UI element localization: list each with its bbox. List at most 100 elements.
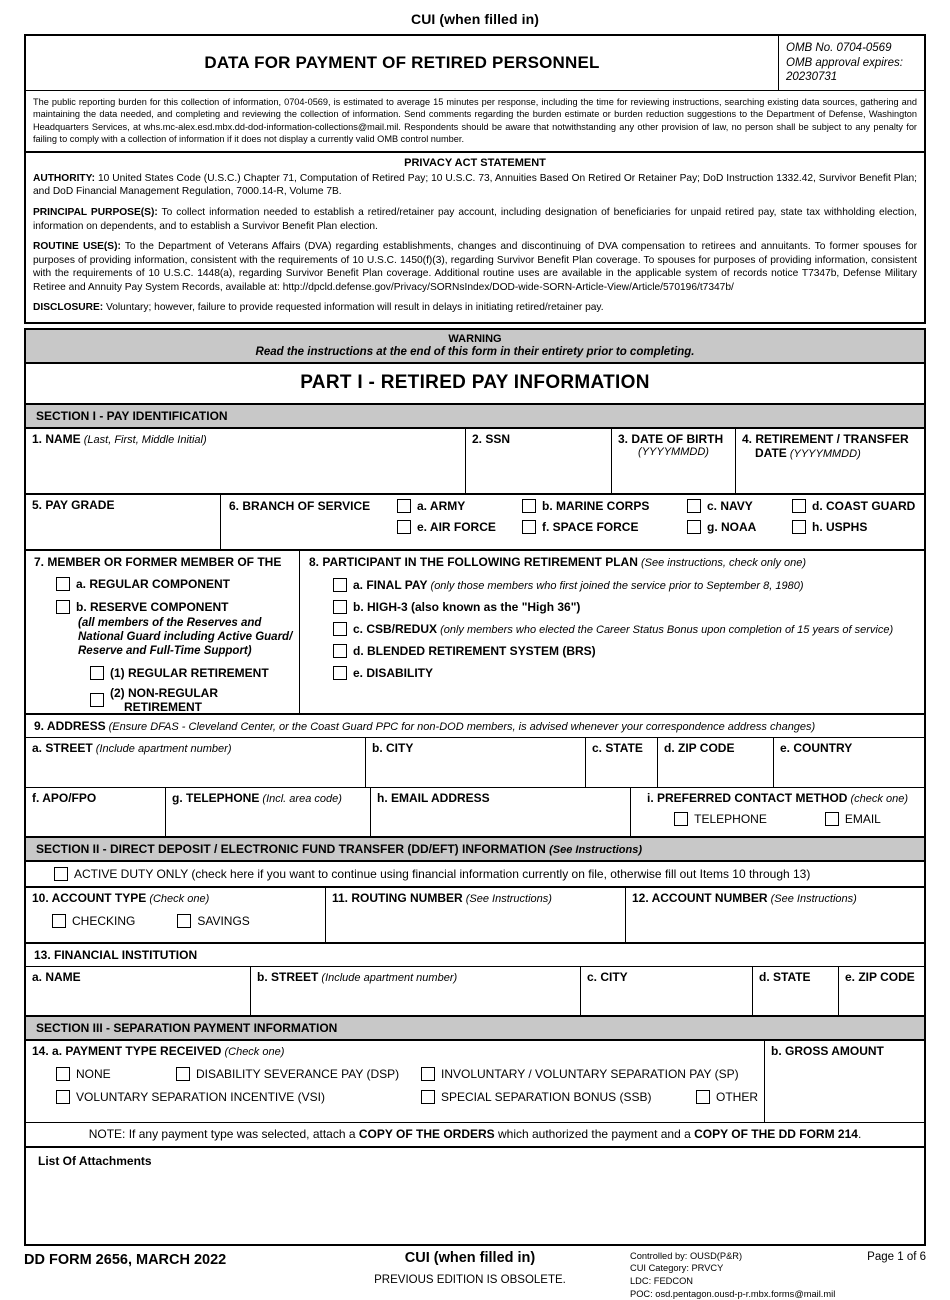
- checkbox-space-force[interactable]: [522, 519, 536, 534]
- routing-number-hint: (See Instructions): [465, 892, 552, 905]
- member-option-non-regular-retirement[interactable]: (2) NON-REGULAR RETIREMENT: [90, 686, 293, 714]
- branch-option-marine-corps[interactable]: b. MARINE CORPS: [522, 498, 687, 513]
- country-field[interactable]: e. COUNTRY: [774, 738, 924, 787]
- list-of-attachments-label: List Of Attachments: [38, 1153, 152, 1168]
- dob-hint: (YYYYMMDD): [638, 445, 709, 458]
- branch-marine-label: b. MARINE CORPS: [542, 498, 650, 513]
- checkbox-air-force[interactable]: [397, 519, 411, 534]
- checkbox-checking[interactable]: [52, 913, 66, 928]
- contact-telephone-label: TELEPHONE: [694, 811, 767, 826]
- state-label: c. STATE: [592, 740, 643, 755]
- checkbox-contact-telephone[interactable]: [674, 811, 689, 826]
- payment-option-vsi[interactable]: VOLUNTARY SEPARATION INCENTIVE (VSI): [56, 1089, 421, 1104]
- dob-field[interactable]: 3. DATE OF BIRTH (YYYYMMDD): [612, 428, 736, 493]
- checkbox-marine-corps[interactable]: [522, 498, 536, 513]
- member-option-regular[interactable]: a. REGULAR COMPONENT: [56, 576, 293, 591]
- member-option-reserve[interactable]: b. RESERVE COMPONENT: [56, 599, 293, 614]
- gross-amount-field[interactable]: b. GROSS AMOUNT: [765, 1041, 924, 1122]
- checkbox-noaa[interactable]: [687, 519, 701, 534]
- retirement-date-field[interactable]: 4. RETIREMENT / TRANSFER DATE (YYYYMMDD): [736, 429, 924, 493]
- privacy-disclosure: DISCLOSURE: Voluntary; however, failure …: [26, 301, 924, 322]
- checkbox-active-duty-only[interactable]: [54, 866, 68, 881]
- public-burden-statement: The public reporting burden for this col…: [26, 91, 924, 153]
- payment-option-dsp[interactable]: DISABILITY SEVERANCE PAY (DSP): [176, 1066, 421, 1081]
- active-duty-option[interactable]: ACTIVE DUTY ONLY (check here if you want…: [54, 866, 924, 881]
- plan-option-high-3[interactable]: b. HIGH-3 (also known as the "High 36"): [333, 599, 918, 614]
- email-field[interactable]: h. EMAIL ADDRESS: [371, 787, 631, 836]
- plan-option-final-pay[interactable]: a. FINAL PAY (only those members who fir…: [333, 577, 918, 592]
- checkbox-navy[interactable]: [687, 498, 701, 513]
- checkbox-final-pay[interactable]: [333, 577, 347, 592]
- checkbox-high-3[interactable]: [333, 599, 347, 614]
- branch-option-usphs[interactable]: h. USPHS: [792, 519, 868, 534]
- section-2-title: SECTION II - DIRECT DEPOSIT / ELECTRONIC…: [36, 841, 546, 856]
- privacy-disclosure-text: Voluntary; however, failure to provide r…: [103, 302, 604, 314]
- payment-option-ssb[interactable]: SPECIAL SEPARATION BONUS (SSB): [421, 1089, 696, 1104]
- apo-fpo-field[interactable]: f. APO/FPO: [26, 787, 166, 836]
- checkbox-dsp[interactable]: [176, 1066, 190, 1081]
- fi-city-field[interactable]: c. CITY: [581, 966, 753, 1015]
- zip-label: d. ZIP CODE: [664, 740, 735, 755]
- payment-type-options-row-2: VOLUNTARY SEPARATION INCENTIVE (VSI) SPE…: [56, 1089, 758, 1104]
- fi-state-field[interactable]: d. STATE: [753, 966, 839, 1015]
- fi-name-field[interactable]: a. NAME: [26, 966, 251, 1015]
- checkbox-regular-component[interactable]: [56, 576, 70, 591]
- plan-option-disability[interactable]: e. DISABILITY: [333, 665, 918, 680]
- active-duty-row[interactable]: ACTIVE DUTY ONLY (check here if you want…: [26, 862, 924, 888]
- fi-zip-field[interactable]: e. ZIP CODE: [839, 967, 924, 1015]
- checkbox-army[interactable]: [397, 498, 411, 513]
- checkbox-reserve-component[interactable]: [56, 599, 70, 614]
- section-2-banner: SECTION II - DIRECT DEPOSIT / ELECTRONIC…: [26, 837, 924, 862]
- payment-option-other[interactable]: OTHER: [696, 1089, 758, 1104]
- pay-grade-field[interactable]: 5. PAY GRADE: [26, 494, 221, 549]
- account-option-savings[interactable]: SAVINGS: [177, 913, 250, 928]
- checkbox-vsi[interactable]: [56, 1089, 70, 1104]
- note-copy-orders: COPY OF THE ORDERS: [358, 1126, 495, 1141]
- branch-option-space-force[interactable]: f. SPACE FORCE: [522, 519, 687, 534]
- zip-field[interactable]: d. ZIP CODE: [658, 737, 774, 787]
- branch-airforce-label: e. AIR FORCE: [417, 519, 496, 534]
- branch-row-2: e. AIR FORCE f. SPACE FORCE g. NOAA h. U…: [229, 519, 918, 534]
- contact-method-hint: (check one): [850, 792, 908, 805]
- branch-option-coast-guard[interactable]: d. COAST GUARD: [792, 498, 915, 513]
- state-field[interactable]: c. STATE: [586, 737, 658, 787]
- ssn-field[interactable]: 2. SSN: [466, 428, 612, 493]
- checkbox-usphs[interactable]: [792, 519, 806, 534]
- identity-row: 1. NAME (Last, First, Middle Initial) 2.…: [26, 428, 924, 495]
- contact-option-telephone[interactable]: TELEPHONE: [674, 811, 767, 826]
- checkbox-non-regular-retirement[interactable]: [90, 692, 104, 707]
- branch-option-noaa[interactable]: g. NOAA: [687, 519, 792, 534]
- branch-usphs-label: h. USPHS: [812, 519, 868, 534]
- checkbox-none[interactable]: [56, 1066, 70, 1081]
- checkbox-savings[interactable]: [177, 913, 192, 928]
- plan-option-csb-redux[interactable]: c. CSB/REDUX (only members who elected t…: [333, 621, 918, 636]
- checkbox-brs[interactable]: [333, 643, 347, 658]
- name-field[interactable]: 1. NAME (Last, First, Middle Initial): [26, 428, 466, 493]
- footer-center: CUI (when filled in) PREVIOUS EDITION IS…: [314, 1250, 626, 1286]
- routing-number-field[interactable]: 11. ROUTING NUMBER (See Instructions): [326, 887, 626, 942]
- payment-option-sp[interactable]: INVOLUNTARY / VOLUNTARY SEPARATION PAY (…: [421, 1066, 739, 1081]
- checkbox-sp[interactable]: [421, 1066, 435, 1081]
- branch-option-army[interactable]: a. ARMY: [397, 498, 522, 513]
- payment-option-none[interactable]: NONE: [56, 1066, 176, 1081]
- checkbox-regular-retirement[interactable]: [90, 665, 104, 680]
- member-option-regular-retirement[interactable]: (1) REGULAR RETIREMENT: [90, 665, 293, 680]
- branch-option-navy[interactable]: c. NAVY: [687, 498, 792, 513]
- checkbox-csb-redux[interactable]: [333, 621, 347, 636]
- street-field[interactable]: a. STREET (Include apartment number): [26, 737, 366, 787]
- telephone-field[interactable]: g. TELEPHONE (Incl. area code): [166, 787, 371, 836]
- page-number: Page 1 of 6: [867, 1250, 926, 1263]
- checkbox-disability[interactable]: [333, 665, 347, 680]
- branch-spaceforce-label: f. SPACE FORCE: [542, 519, 639, 534]
- contact-option-email[interactable]: EMAIL: [824, 811, 881, 826]
- fi-street-field[interactable]: b. STREET (Include apartment number): [251, 966, 581, 1015]
- city-field[interactable]: b. CITY: [366, 737, 586, 787]
- checkbox-contact-email[interactable]: [824, 811, 839, 826]
- checkbox-coast-guard[interactable]: [792, 498, 806, 513]
- branch-option-air-force[interactable]: e. AIR FORCE: [397, 519, 522, 534]
- account-option-checking[interactable]: CHECKING: [52, 913, 135, 928]
- checkbox-ssb[interactable]: [421, 1089, 435, 1104]
- checkbox-other[interactable]: [696, 1089, 710, 1104]
- plan-option-brs[interactable]: d. BLENDED RETIREMENT SYSTEM (BRS): [333, 643, 918, 658]
- account-number-field[interactable]: 12. ACCOUNT NUMBER (See Instructions): [626, 888, 924, 942]
